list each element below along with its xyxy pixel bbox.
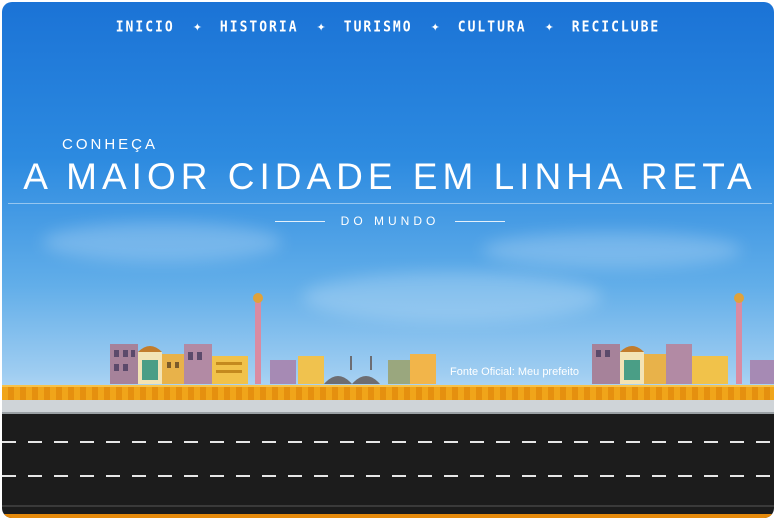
nav-item-reciclube[interactable]: RECICLUBE	[572, 19, 660, 36]
hero-kicker: CONHEÇA	[62, 136, 159, 153]
sidewalk	[2, 400, 774, 412]
city-skyline-illustration	[110, 293, 774, 384]
nav-item-cultura[interactable]: CULTURA	[458, 19, 527, 36]
page-frame: INICIO ✦ HISTORIA ✦ TURISMO ✦ CULTURA ✦ …	[2, 2, 774, 518]
nav-item-turismo[interactable]: TURISMO	[344, 19, 413, 36]
nav-item-inicio[interactable]: INICIO	[116, 19, 175, 36]
cloud	[482, 232, 742, 268]
hero-subtitle-row: DO MUNDO	[2, 214, 774, 228]
star-separator-icon: ✦	[316, 22, 326, 34]
road-lane-markings	[2, 441, 774, 507]
hero-subtitle: DO MUNDO	[340, 214, 440, 228]
subtitle-right-rule	[455, 220, 506, 222]
star-separator-icon: ✦	[192, 22, 202, 34]
skyline-group-right	[592, 293, 774, 384]
subtitle-left-rule	[274, 220, 325, 222]
skyline-group-left	[110, 293, 436, 384]
star-separator-icon: ✦	[430, 22, 440, 34]
nav-item-historia[interactable]: HISTORIA	[220, 19, 299, 36]
top-navigation: INICIO ✦ HISTORIA ✦ TURISMO ✦ CULTURA ✦ …	[2, 19, 774, 36]
bottom-orange-strip	[2, 514, 774, 518]
source-caption: Fonte Oficial: Meu prefeito	[450, 366, 580, 378]
cloud	[42, 222, 282, 262]
road	[2, 412, 774, 518]
hero-title: A MAIOR CIDADE EM LINHA RETA	[23, 156, 757, 197]
hero-divider	[8, 203, 772, 204]
star-separator-icon: ✦	[544, 22, 554, 34]
